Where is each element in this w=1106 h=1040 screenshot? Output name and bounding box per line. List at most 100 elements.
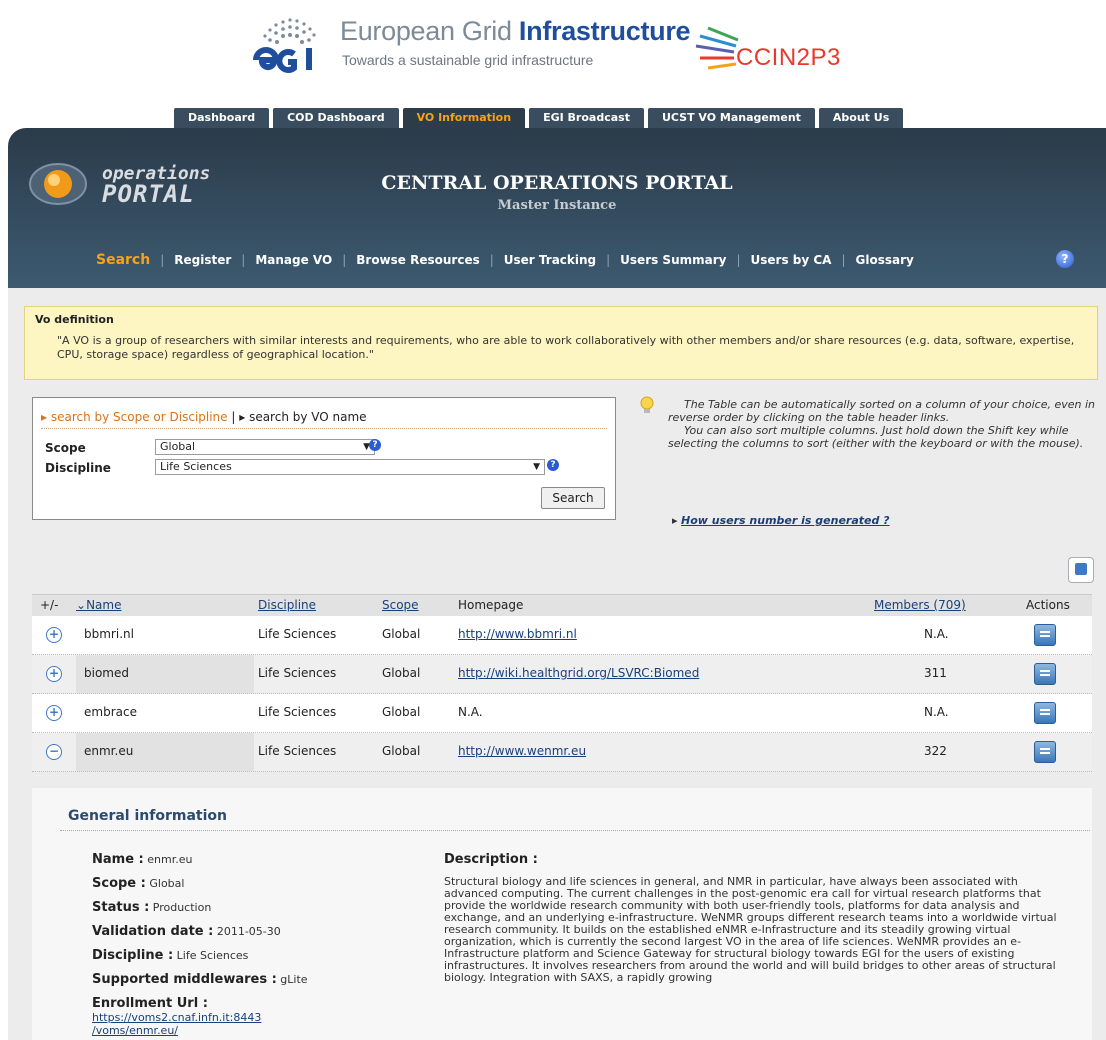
homepage-link[interactable]: http://www.bbmri.nl xyxy=(458,627,577,641)
vo-scope: Global xyxy=(382,744,421,758)
subnav-manage-vo[interactable]: Manage VO xyxy=(255,253,332,267)
enrollment-link[interactable]: https://voms2.cnaf.infn.it:8443/voms/enm… xyxy=(92,1011,261,1037)
subnav-users-by-ca[interactable]: Users by CA xyxy=(751,253,832,267)
scope-label: Scope xyxy=(45,441,86,455)
subnav-search[interactable]: Search xyxy=(96,252,150,268)
vo-definition-text: "A VO is a group of researchers with sim… xyxy=(57,334,1075,361)
egi-title: European Grid Infrastructure xyxy=(340,16,691,47)
detail-value: 2011-05-30 xyxy=(216,925,281,938)
expand-icon[interactable]: + xyxy=(46,705,62,721)
subnav-glossary[interactable]: Glossary xyxy=(856,253,914,267)
vo-homepage: http://www.wenmr.eu xyxy=(458,744,586,758)
help-icon[interactable]: ? xyxy=(1056,250,1074,268)
table-header: +/- ⌄Name Discipline Scope Homepage Memb… xyxy=(32,594,1092,617)
table-row: − enmr.eu Life Sciences Global http://ww… xyxy=(32,733,1092,772)
detail-label: Status : xyxy=(92,900,150,915)
subnav-users-summary[interactable]: Users Summary xyxy=(620,253,726,267)
details-action-icon[interactable] xyxy=(1034,741,1056,763)
header-actions: Actions xyxy=(1026,598,1070,612)
header-name[interactable]: ⌄Name xyxy=(76,598,121,612)
search-by-vo-name-link[interactable]: search by VO name xyxy=(249,410,367,424)
vo-homepage: http://www.bbmri.nl xyxy=(458,627,577,641)
brand-header: European Grid Infrastructure Towards a s… xyxy=(0,0,1106,108)
subnav-browse-resources[interactable]: Browse Resources xyxy=(356,253,479,267)
header-discipline[interactable]: Discipline xyxy=(258,598,316,612)
detail-label: Supported middlewares : xyxy=(92,972,277,987)
header-name-label: Name xyxy=(86,598,122,612)
detail-validation-date: Validation date : 2011-05-30 xyxy=(92,924,281,939)
details-action-icon[interactable] xyxy=(1034,663,1056,685)
subnav-register[interactable]: Register xyxy=(174,253,231,267)
page-subtitle: Master Instance xyxy=(497,198,617,213)
collapse-icon[interactable]: − xyxy=(46,744,62,760)
vo-name: enmr.eu xyxy=(84,744,134,758)
vo-members: N.A. xyxy=(924,705,949,719)
subnav-user-tracking[interactable]: User Tracking xyxy=(504,253,596,267)
egi-subtitle: Towards a sustainable grid infrastructur… xyxy=(342,52,594,68)
header-scope[interactable]: Scope xyxy=(382,598,419,612)
tab-egi-broadcast[interactable]: EGI Broadcast xyxy=(529,108,644,128)
expand-icon[interactable]: + xyxy=(46,627,62,643)
discipline-select[interactable]: Life Sciences ▼ xyxy=(155,459,545,475)
subnav-separator: | xyxy=(342,253,347,267)
tab-ucst-vo-management[interactable]: UCST VO Management xyxy=(647,108,815,128)
detail-value: Life Sciences xyxy=(176,949,249,962)
export-icon xyxy=(1075,563,1087,575)
vo-members: 311 xyxy=(924,666,947,680)
users-number-link[interactable]: How users number is generated ? xyxy=(681,514,890,527)
vo-definition-heading: Vo definition xyxy=(35,313,114,326)
tab-cod-dashboard[interactable]: COD Dashboard xyxy=(273,108,399,128)
sorting-tips: The Table can be automatically sorted on… xyxy=(640,398,1100,527)
details-action-icon[interactable] xyxy=(1034,624,1056,646)
detail-value: enmr.eu xyxy=(147,853,193,866)
expand-icon[interactable]: + xyxy=(46,666,62,682)
subnav-separator: | xyxy=(841,253,846,267)
detail-label: Validation date : xyxy=(92,924,214,939)
detail-label: Scope : xyxy=(92,876,146,891)
vo-homepage: http://wiki.healthgrid.org/LSVRC:Biomed xyxy=(458,666,699,680)
mode-separator: | xyxy=(227,410,240,424)
header-members[interactable]: Members (709) xyxy=(874,598,966,612)
search-button[interactable]: Search xyxy=(541,487,605,509)
arrow-right-icon: ▸ xyxy=(239,410,250,424)
page-title: CENTRAL OPERATIONS PORTAL xyxy=(381,172,733,194)
detail-label: Name : xyxy=(92,852,144,867)
discipline-label: Discipline xyxy=(45,461,111,475)
description-text: Structural biology and life sciences in … xyxy=(444,875,1057,984)
export-button[interactable] xyxy=(1068,557,1094,583)
egi-title-part2: Infrastructure xyxy=(518,16,691,46)
search-mode-links: ▸ search by Scope or Discipline | ▸ sear… xyxy=(41,410,367,424)
homepage-link[interactable]: http://wiki.healthgrid.org/LSVRC:Biomed xyxy=(458,666,699,680)
enrollment-link-line1: https://voms2.cnaf.infn.it:8443 xyxy=(92,1011,262,1024)
tab-dashboard[interactable]: Dashboard xyxy=(174,108,270,128)
search-by-scope-link[interactable]: search by Scope or Discipline xyxy=(51,410,228,424)
description-label: Description : xyxy=(444,852,538,867)
detail-scope: Scope : Global xyxy=(92,876,184,891)
details-action-icon[interactable] xyxy=(1034,702,1056,724)
detail-value: Global xyxy=(149,877,185,890)
tab-about-us[interactable]: About Us xyxy=(818,108,904,128)
general-information-heading: General information xyxy=(68,808,227,824)
help-icon[interactable]: ? xyxy=(369,439,381,451)
detail-value: gLite xyxy=(280,973,308,986)
subnav-separator: | xyxy=(736,253,741,267)
egi-logo-icon xyxy=(253,18,316,73)
vo-name: biomed xyxy=(84,666,129,680)
homepage-link[interactable]: http://www.wenmr.eu xyxy=(458,744,586,758)
discipline-select-value: Life Sciences xyxy=(160,460,232,473)
detail-label: Enrollment Url : xyxy=(92,996,208,1011)
scope-select-value: Global xyxy=(160,440,196,453)
sub-navigation: Search | Register | Manage VO | Browse Reso… xyxy=(96,252,914,268)
subnav-separator: | xyxy=(606,253,611,267)
vo-discipline: Life Sciences xyxy=(258,744,337,758)
portal-header: operations PORTAL CENTRAL OPERATIONS POR… xyxy=(8,128,1106,288)
table-row: + embrace Life Sciences Global N.A. N.A. xyxy=(32,694,1092,733)
vo-scope: Global xyxy=(382,705,421,719)
scope-select[interactable]: Global ▼ xyxy=(155,439,375,455)
vo-members: 322 xyxy=(924,744,947,758)
vo-homepage: N.A. xyxy=(458,705,483,719)
tip-paragraph-1: The Table can be automatically sorted on… xyxy=(668,398,1096,424)
help-icon[interactable]: ? xyxy=(547,459,559,471)
arrow-right-icon: ▸ xyxy=(41,410,51,424)
tab-vo-information[interactable]: VO Information xyxy=(402,108,526,128)
